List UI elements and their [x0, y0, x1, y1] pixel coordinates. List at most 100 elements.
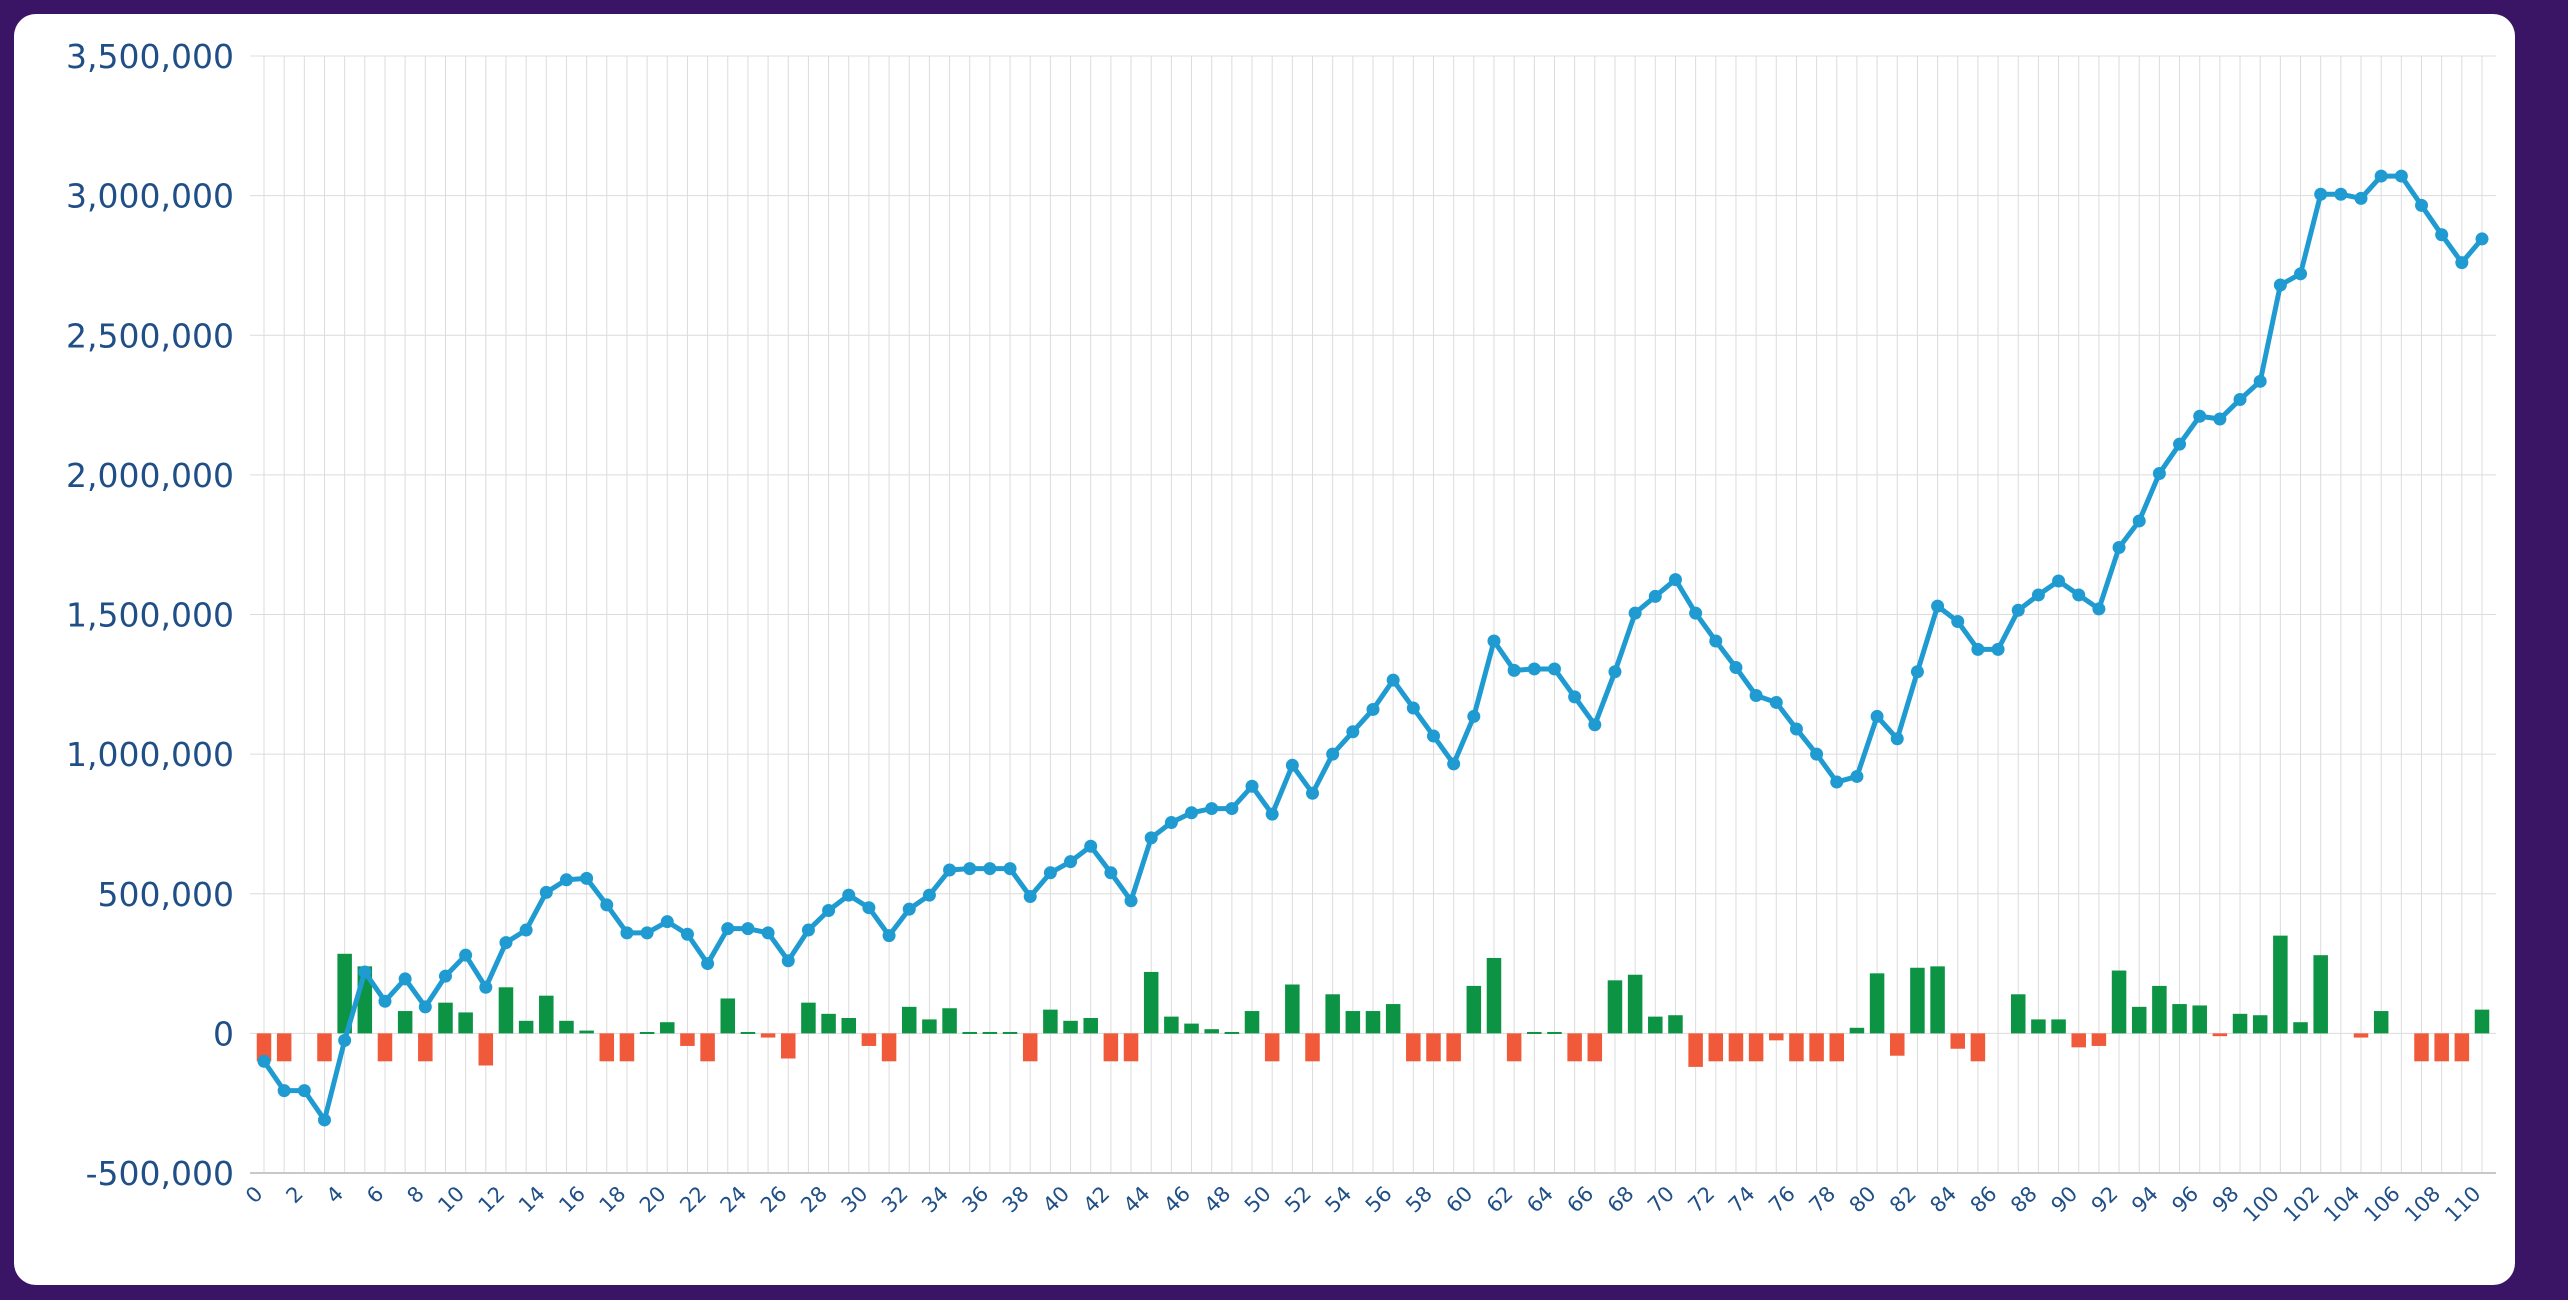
- x-tick-label: 6: [362, 1182, 388, 1208]
- x-tick-label: 88: [2006, 1182, 2042, 1218]
- line-point: [2314, 187, 2328, 201]
- line-point: [1769, 695, 1783, 709]
- bar: [962, 1031, 977, 1034]
- bar: [1486, 957, 1502, 1034]
- x-tick-label: 22: [675, 1182, 711, 1218]
- line-point: [1951, 614, 1965, 628]
- line-point: [801, 923, 815, 937]
- bar: [1668, 1015, 1683, 1034]
- bar: [458, 1012, 473, 1034]
- bar: [1547, 1031, 1562, 1034]
- line-point: [479, 980, 493, 994]
- line-point: [1285, 758, 1299, 772]
- line-point: [701, 957, 715, 971]
- bar: [1889, 1033, 1905, 1056]
- x-tick-label: 96: [2167, 1182, 2203, 1218]
- x-tick-label: 10: [433, 1182, 469, 1218]
- bar: [841, 1018, 857, 1034]
- y-tick-label: 0: [213, 1014, 234, 1053]
- bar: [2232, 1013, 2248, 1034]
- x-tick-label: 36: [958, 1182, 994, 1218]
- x-tick-label: 70: [1643, 1182, 1679, 1218]
- bar: [1244, 1011, 1260, 1034]
- line-point: [1628, 606, 1642, 620]
- line-point: [1729, 661, 1743, 675]
- line-point: [963, 862, 977, 876]
- line-point: [1648, 589, 1662, 603]
- x-tick-label: 34: [917, 1182, 953, 1218]
- line-point: [1547, 662, 1561, 676]
- bar: [276, 1033, 292, 1062]
- x-tick-label: 68: [1603, 1182, 1639, 1218]
- bar: [1789, 1033, 1804, 1062]
- x-tick-label: 106: [2360, 1182, 2405, 1227]
- line-point: [1245, 779, 1259, 793]
- line-point: [1043, 866, 1057, 880]
- line-point: [660, 915, 674, 929]
- x-tick-label: 104: [2319, 1182, 2364, 1227]
- line-point: [2233, 392, 2247, 406]
- line-point: [2152, 466, 2166, 480]
- bar: [1506, 1033, 1522, 1062]
- x-tick-label: 78: [1804, 1182, 1840, 1218]
- line-point: [1144, 831, 1158, 845]
- line-point: [580, 871, 594, 885]
- line-point: [2475, 232, 2489, 246]
- bar: [1345, 1011, 1361, 1034]
- bar: [1406, 1033, 1421, 1062]
- line-point: [1689, 606, 1703, 620]
- x-tick-label: 46: [1159, 1182, 1195, 1218]
- bar: [1708, 1033, 1724, 1062]
- bar: [1305, 1033, 1320, 1062]
- y-tick-label: -500,000: [86, 1154, 234, 1193]
- chart-card: -500,000 0 500,000 1,000,000 1,500,000 2,000,…: [14, 14, 2515, 1285]
- line-point: [983, 862, 997, 876]
- x-tick-label: 102: [2279, 1182, 2324, 1227]
- line-point: [1507, 663, 1521, 677]
- line-point: [539, 885, 553, 899]
- bar: [1022, 1033, 1038, 1062]
- line-point: [1608, 665, 1622, 679]
- y-tick-label: 3,500,000: [66, 37, 234, 76]
- line-point: [459, 948, 473, 962]
- bar: [881, 1033, 897, 1062]
- line-point: [1870, 709, 1884, 723]
- x-tick-label: 42: [1079, 1182, 1115, 1218]
- line-point: [1447, 757, 1461, 771]
- combo-chart: -500,000 0 500,000 1,000,000 1,500,000 2,000,…: [66, 37, 2496, 1227]
- line-point: [378, 994, 392, 1008]
- bar: [700, 1033, 715, 1062]
- x-tick-label: 110: [2440, 1182, 2485, 1227]
- x-tick-label: 66: [1562, 1182, 1598, 1218]
- line-point: [2374, 169, 2388, 183]
- line-point: [1668, 573, 1682, 587]
- line-point: [2294, 267, 2308, 281]
- bar: [1627, 974, 1643, 1034]
- bar: [2353, 1033, 2369, 1038]
- bar: [2252, 1015, 2268, 1034]
- x-tick-label: 64: [1522, 1182, 1558, 1218]
- bar: [2313, 955, 2328, 1034]
- bar: [639, 1031, 655, 1034]
- line-point: [1426, 729, 1440, 743]
- line-point: [2011, 603, 2025, 617]
- line-point: [1830, 775, 1844, 789]
- x-tick-label: 32: [877, 1182, 913, 1218]
- bar: [1264, 1033, 1280, 1062]
- line-point: [1789, 722, 1803, 736]
- line-point: [1810, 747, 1824, 761]
- x-tick-label: 108: [2400, 1182, 2445, 1227]
- bar: [579, 1030, 594, 1034]
- line-point: [2052, 574, 2066, 588]
- line-point: [1326, 747, 1340, 761]
- line-point: [358, 965, 372, 979]
- line-point: [882, 929, 896, 943]
- line-point: [943, 863, 957, 877]
- line-point: [1487, 634, 1501, 648]
- line-point: [2193, 409, 2207, 423]
- x-tick-label: 30: [837, 1182, 873, 1218]
- bar: [599, 1033, 615, 1062]
- line-point: [2173, 437, 2187, 451]
- y-tick-label: 2,500,000: [66, 316, 234, 355]
- line-point: [1467, 709, 1481, 723]
